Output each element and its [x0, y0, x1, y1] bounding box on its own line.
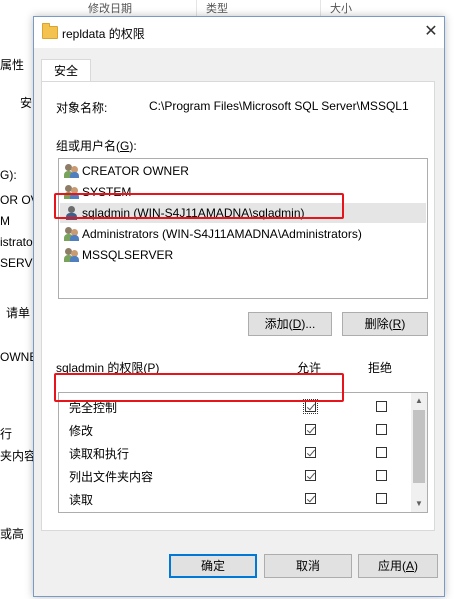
- user-name: CREATOR OWNER: [82, 164, 189, 178]
- deny-checkbox[interactable]: [376, 424, 387, 435]
- background-header: 修改日期 类型 大小: [0, 0, 463, 17]
- column-type: 类型: [206, 3, 228, 15]
- bg-fragment: OR OV: [0, 193, 34, 207]
- cancel-button[interactable]: 取消: [264, 554, 352, 578]
- tab-security[interactable]: 安全: [41, 59, 91, 83]
- ok-button[interactable]: 确定: [169, 554, 257, 578]
- close-button[interactable]: ✕: [420, 21, 442, 43]
- scrollbar-thumb[interactable]: [413, 410, 425, 483]
- bg-fragment: 请单: [6, 306, 31, 320]
- permissions-table: 完全控制 修改 读取和执行 列出文件夹内容 读取 写入: [58, 392, 428, 513]
- scroll-down-icon[interactable]: ▼: [411, 496, 427, 512]
- bg-fragment: istrato: [0, 235, 33, 249]
- bg-fragment: 行: [0, 427, 13, 441]
- deny-checkbox[interactable]: [376, 493, 387, 504]
- deny-header: 拒绝: [368, 361, 393, 375]
- bg-fragment: M: [0, 214, 10, 228]
- permissions-dialog: repldata 的权限 ✕ 安全 对象名称: C:\Program Files…: [33, 16, 445, 597]
- list-item[interactable]: MSSQLSERVER: [60, 245, 426, 265]
- deny-checkbox[interactable]: [376, 470, 387, 481]
- group-icon: [64, 248, 80, 262]
- remove-button[interactable]: 删除(R): [342, 312, 428, 336]
- object-name-label: 对象名称:: [56, 101, 108, 115]
- highlight-full-control: [54, 373, 344, 402]
- dialog-title: repldata 的权限: [62, 27, 145, 41]
- apply-button[interactable]: 应用(A): [358, 554, 438, 578]
- bg-fragment: 安: [20, 96, 33, 110]
- allow-checkbox[interactable]: [305, 447, 316, 458]
- scroll-up-icon[interactable]: ▲: [411, 393, 427, 409]
- permission-name: 列出文件夹内容: [69, 470, 154, 484]
- deny-checkbox[interactable]: [376, 401, 387, 412]
- users-list[interactable]: CREATOR OWNER SYSTEM sqladmin (WIN-S4J11…: [58, 158, 428, 299]
- group-users-label: 组或用户名(G):: [56, 139, 137, 153]
- column-separator: [196, 0, 197, 16]
- bg-fragment: OWNE: [0, 350, 34, 364]
- allow-checkbox[interactable]: [305, 424, 316, 435]
- title-bar[interactable]: repldata 的权限 ✕: [34, 17, 444, 48]
- list-item[interactable]: CREATOR OWNER: [60, 161, 426, 181]
- background-window-left: 属性 安 G): OR OV M istrato SERV 请单 OWNE 行 …: [0, 16, 34, 599]
- folder-icon: [42, 23, 58, 39]
- column-separator: [320, 0, 321, 16]
- group-icon: [64, 227, 80, 241]
- table-row: 读取和执行: [60, 441, 410, 464]
- user-name: MSSQLSERVER: [82, 248, 174, 262]
- column-modified: 修改日期: [88, 3, 132, 15]
- list-item[interactable]: Administrators (WIN-S4J11AMADNA\Administ…: [60, 224, 426, 244]
- deny-checkbox[interactable]: [376, 447, 387, 458]
- table-row: 修改: [60, 418, 410, 441]
- permission-name: 读取和执行: [69, 447, 130, 461]
- bg-fragment: 属性: [0, 58, 25, 72]
- allow-checkbox[interactable]: [305, 493, 316, 504]
- permissions-scrollbar[interactable]: ▲ ▼: [411, 393, 427, 512]
- background-window-right: [445, 16, 463, 599]
- allow-checkbox[interactable]: [305, 470, 316, 481]
- permission-name: 修改: [69, 424, 94, 438]
- bg-fragment: 夹内容: [0, 449, 34, 463]
- permission-name: 读取: [69, 493, 94, 507]
- column-size: 大小: [330, 3, 352, 15]
- add-button[interactable]: 添加(D)...: [248, 312, 332, 336]
- table-row: 写入: [60, 510, 410, 512]
- highlight-selected-user: [54, 193, 344, 219]
- close-icon: ✕: [424, 23, 438, 40]
- table-row: 列出文件夹内容: [60, 464, 410, 487]
- table-row: 读取: [60, 487, 410, 510]
- object-name-value: C:\Program Files\Microsoft SQL Server\MS…: [149, 99, 409, 113]
- allow-checkbox[interactable]: [303, 399, 318, 414]
- user-name: Administrators (WIN-S4J11AMADNA\Administ…: [82, 227, 362, 241]
- bg-fragment: 或高: [0, 527, 25, 541]
- group-icon: [64, 164, 80, 178]
- bg-fragment: G):: [0, 168, 17, 182]
- bg-fragment: SERV: [0, 256, 33, 270]
